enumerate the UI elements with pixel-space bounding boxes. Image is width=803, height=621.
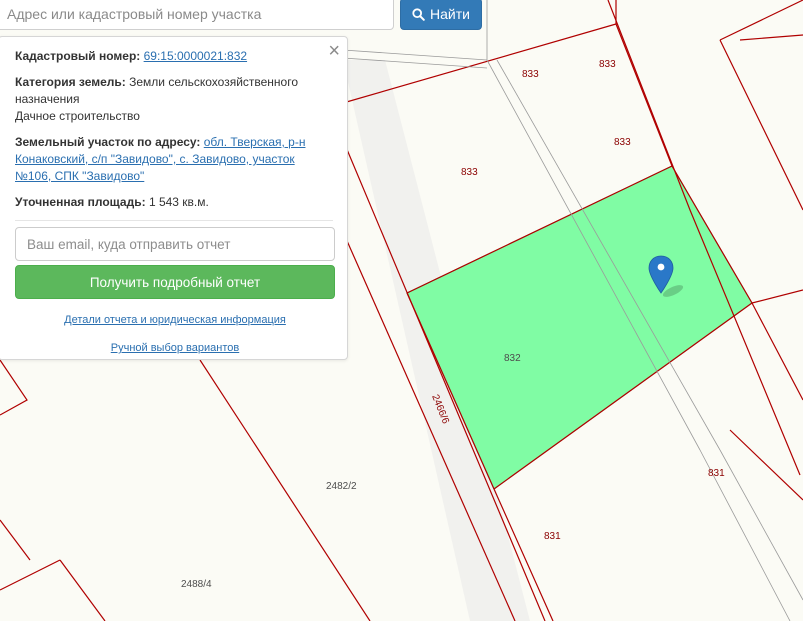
close-icon[interactable]: × [328,41,340,61]
parcel-label-833: 833 [614,137,631,148]
land-usage-value: Дачное строительство [15,109,140,123]
parcel-label-832: 832 [504,353,521,364]
area-row: Уточненная площадь: 1 543 кв.м. [15,194,333,211]
parcel-label-833: 833 [461,167,478,178]
parcel-label-831: 831 [708,468,725,479]
manual-select-link[interactable]: Ручной выбор вариантов [15,340,335,357]
area-value: 1 543 кв.м. [148,195,209,209]
address-search-input[interactable] [0,0,394,30]
search-icon [412,7,425,21]
parcel-label-833: 833 [599,59,616,70]
search-button[interactable]: Найти [400,0,482,30]
area-label: Уточненная площадь: [15,195,146,209]
search-button-label: Найти [430,6,470,22]
parcel-label-2482-2: 2482/2 [326,481,357,492]
land-category-label: Категория земель: [15,75,126,89]
land-category-row: Категория земель: Земли сельскохозяйстве… [15,74,333,125]
address-label: Земельный участок по адресу: [15,135,201,149]
cadastral-number-label: Кадастровый номер: [15,49,141,63]
get-report-button[interactable]: Получить подробный отчет [15,265,335,299]
parcel-label-833: 833 [522,69,539,80]
parcel-label-831: 831 [544,531,561,542]
divider [15,220,333,221]
parcel-info-popup: × Кадастровый номер: 69:15:0000021:832 К… [0,36,348,360]
cadastral-number-row: Кадастровый номер: 69:15:0000021:832 [15,48,333,65]
cadastral-number-link[interactable]: 69:15:0000021:832 [144,49,247,63]
email-field[interactable] [15,227,335,261]
parcel-label-2488-4: 2488/4 [181,579,212,590]
address-row: Земельный участок по адресу: обл. Тверск… [15,134,333,185]
report-details-link[interactable]: Детали отчета и юридическая информация [15,312,335,329]
